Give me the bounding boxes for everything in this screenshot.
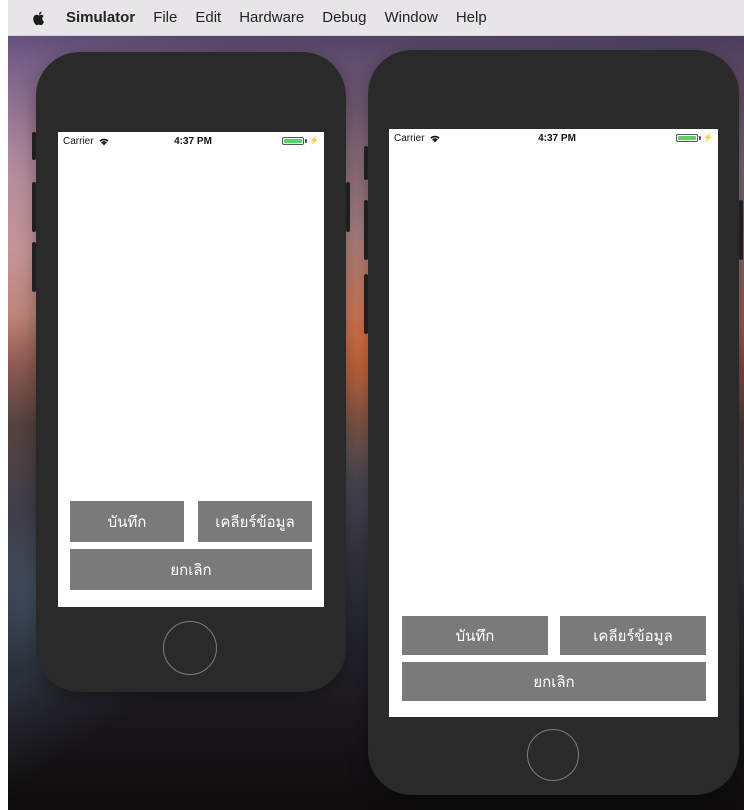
battery-group: ⚡ — [282, 137, 319, 145]
wifi-icon — [98, 138, 109, 146]
battery-icon — [282, 137, 305, 145]
clear-data-button[interactable]: เคลียร์ข้อมูล — [198, 501, 312, 542]
menu-hardware[interactable]: Hardware — [239, 9, 304, 26]
home-button[interactable] — [527, 729, 579, 781]
cancel-button[interactable]: ยกเลิก — [402, 662, 706, 701]
simulator-device-left: Carrier 4:37 PM ⚡ บันทึก เคลียร์ข้อมูล ย… — [32, 52, 350, 692]
cancel-button[interactable]: ยกเลิก — [70, 549, 312, 590]
status-bar: Carrier 4:37 PM ⚡ — [58, 132, 324, 152]
volume-down-button-left — [32, 242, 36, 292]
menu-window[interactable]: Window — [384, 9, 437, 26]
battery-fill — [284, 139, 303, 143]
carrier-label: Carrier — [394, 133, 425, 144]
power-button-right — [739, 200, 743, 260]
battery-cap — [305, 139, 308, 143]
mute-switch-left — [32, 132, 36, 160]
volume-up-button-left — [32, 182, 36, 232]
menu-app-name[interactable]: Simulator — [66, 9, 135, 26]
screen-right: Carrier 4:37 PM ⚡ บันทึก เคลียร์ข้อมูล ย… — [389, 129, 718, 717]
menu-edit[interactable]: Edit — [195, 9, 221, 26]
battery-fill — [678, 136, 697, 140]
clear-data-button[interactable]: เคลียร์ข้อมูล — [560, 616, 706, 655]
menu-help[interactable]: Help — [456, 9, 487, 26]
menu-bar: Simulator File Edit Hardware Debug Windo… — [8, 0, 744, 36]
mute-switch-right — [364, 146, 368, 180]
save-button[interactable]: บันทึก — [402, 616, 548, 655]
volume-up-button-right — [364, 200, 368, 260]
power-button-left — [346, 182, 350, 232]
carrier-group: Carrier — [63, 136, 110, 147]
carrier-label: Carrier — [63, 136, 94, 147]
screen-left: Carrier 4:37 PM ⚡ บันทึก เคลียร์ข้อมูล ย… — [58, 132, 324, 607]
wifi-icon — [429, 135, 440, 143]
bolt-icon: ⚡ — [703, 133, 713, 142]
simulator-device-right: Carrier 4:37 PM ⚡ บันทึก เคลียร์ข้อมูล ย… — [364, 50, 743, 795]
battery-cap — [699, 136, 702, 140]
home-button[interactable] — [163, 621, 217, 675]
apple-icon[interactable] — [32, 10, 46, 26]
battery-group: ⚡ — [676, 134, 713, 142]
bolt-icon: ⚡ — [309, 136, 319, 145]
status-time: 4:37 PM — [174, 136, 212, 147]
status-time: 4:37 PM — [538, 133, 576, 144]
menu-file[interactable]: File — [153, 9, 177, 26]
battery-icon — [676, 134, 699, 142]
save-button[interactable]: บันทึก — [70, 501, 184, 542]
menu-debug[interactable]: Debug — [322, 9, 366, 26]
carrier-group: Carrier — [394, 133, 441, 144]
volume-down-button-right — [364, 274, 368, 334]
status-bar: Carrier 4:37 PM ⚡ — [389, 129, 718, 149]
